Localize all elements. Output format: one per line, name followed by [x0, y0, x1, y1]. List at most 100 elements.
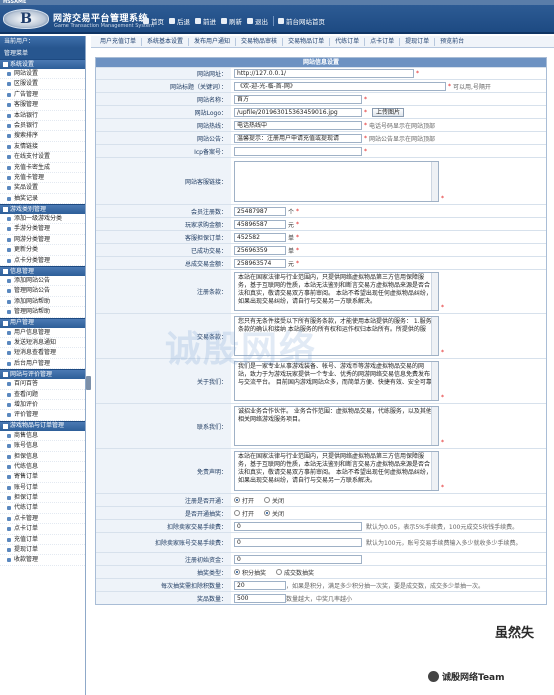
sidebar-item[interactable]: 点卡管理 — [0, 514, 85, 525]
sidebar-item[interactable]: 客服管理 — [0, 100, 85, 111]
sidebar-item[interactable]: 用户信息管理 — [0, 328, 85, 338]
sidebar-item[interactable]: 百问百答 — [0, 379, 85, 390]
sidebar-item[interactable]: 评价管理 — [0, 410, 85, 421]
tab-1[interactable]: 系统基本设置 — [142, 37, 190, 46]
stat-input[interactable]: 45896587 — [234, 219, 286, 229]
tab-2[interactable]: 发布用户通知 — [189, 37, 237, 46]
sidebar-item[interactable]: 短消息查看管理 — [0, 348, 85, 359]
icp-input[interactable] — [234, 146, 362, 156]
content-textarea[interactable]: 本站在国家法律与行业范围内，只提供网络虚拟物品第三方信用保障服务，基于互联网的性… — [234, 451, 439, 491]
stat-input[interactable]: 25696359 — [234, 245, 286, 255]
tab-0[interactable]: 用户充值订单 — [95, 37, 143, 46]
sidebar-item[interactable]: 收款管理 — [0, 555, 85, 566]
sidebar-item[interactable]: 担保订单 — [0, 493, 85, 504]
draw-setting-input[interactable]: 500 — [234, 593, 286, 603]
fee-input[interactable]: 0 — [234, 538, 362, 547]
sidebar-item[interactable]: 商售信息 — [0, 431, 85, 442]
radio-option[interactable]: 打开 — [234, 509, 254, 518]
service-link-textarea[interactable] — [234, 160, 439, 202]
fee-input[interactable]: 0 — [234, 554, 362, 564]
site-url-input[interactable]: http://127.0.0.1/ — [234, 69, 414, 78]
sidebar-item[interactable]: 网游分类管理 — [0, 235, 85, 246]
nav-site-home[interactable]: 前台网站首页 — [278, 16, 325, 26]
sidebar-item[interactable]: 充值卡密生成 — [0, 163, 85, 173]
stat-input[interactable]: 25487987 — [234, 206, 286, 216]
sidebar-item[interactable]: 点卡订单 — [0, 524, 85, 535]
textarea-scrollbar[interactable] — [431, 407, 438, 445]
tab-7[interactable]: 提现订单 — [400, 37, 436, 46]
tab-6[interactable]: 点卡订单 — [365, 37, 401, 46]
sidebar-item[interactable]: 奖品设置 — [0, 183, 85, 194]
sidebar-item[interactable]: 增加评价 — [0, 400, 85, 411]
draw-mode-points-radio[interactable]: 积分抽奖 — [234, 568, 266, 577]
stat-input[interactable]: 258963574 — [234, 258, 286, 268]
radio-option[interactable]: 关闭 — [264, 509, 284, 518]
fee-input[interactable]: 0 — [234, 521, 362, 531]
sidebar-item[interactable]: 充值卡管理 — [0, 173, 85, 184]
sidebar-item[interactable]: 充值订单 — [0, 535, 85, 546]
sidebar-item[interactable]: 在线支付设置 — [0, 152, 85, 163]
textarea-scrollbar[interactable] — [431, 452, 438, 490]
tab-3[interactable]: 交易物品审核 — [236, 37, 284, 46]
sidebar-item[interactable]: 后台用户管理 — [0, 359, 85, 370]
nav-logout[interactable]: 退出 — [247, 16, 268, 26]
sidebar-item[interactable]: 区服设置 — [0, 79, 85, 90]
sidebar-item[interactable]: 账号信息 — [0, 441, 85, 452]
sidebar-group-1[interactable]: 游戏类别管理 — [0, 204, 85, 215]
content-textarea[interactable]: 诚招业务合作伙伴。 业务合作范围：虚拟物品交易，代练服务，以及其他相关网络游戏服… — [234, 406, 439, 446]
sidebar-item[interactable]: 会员银行 — [0, 121, 85, 132]
radio-option[interactable]: 打开 — [234, 496, 254, 505]
sidebar-item[interactable]: 手游分类管理 — [0, 224, 85, 235]
sidebar-item[interactable]: 代练订单 — [0, 503, 85, 514]
sidebar-item[interactable]: 账号订单 — [0, 483, 85, 494]
radio-option[interactable]: 关闭 — [264, 496, 284, 505]
draw-setting-input[interactable]: 20 — [234, 580, 286, 590]
textarea-scrollbar[interactable] — [431, 362, 438, 400]
site-hotline-input[interactable]: 电话热线中 — [234, 120, 362, 130]
textarea-scrollbar[interactable] — [431, 161, 438, 201]
textarea-scrollbar[interactable] — [431, 317, 438, 355]
stat-input[interactable]: 452582 — [234, 232, 286, 242]
nav-forward[interactable]: 前进 — [195, 16, 216, 26]
nav-refresh[interactable]: 刷新 — [221, 16, 242, 26]
site-name-input[interactable]: 首方 — [234, 94, 362, 104]
tab-8[interactable]: 预览前台 — [435, 38, 469, 46]
sidebar-item[interactable]: 管理网站帮助 — [0, 307, 85, 318]
content-textarea[interactable]: 您只有无条件接受以下所有服务条款，才能使用本站提供的服务： 1.服务条款的确认和… — [234, 316, 439, 356]
sidebar-item[interactable]: 担保信息 — [0, 452, 85, 462]
sidebar-item[interactable]: 点卡分类管理 — [0, 256, 85, 267]
sidebar-item[interactable]: 添加网站帮助 — [0, 297, 85, 308]
sidebar-item[interactable]: 发送短消息通知 — [0, 338, 85, 349]
sidebar-item[interactable]: 友情链接 — [0, 142, 85, 153]
sidebar-item[interactable]: 抽奖记录 — [0, 194, 85, 205]
upload-image-button[interactable]: 上传图片 — [372, 107, 405, 117]
site-logo-input[interactable]: /upfile/201963015363459016.jpg — [234, 107, 362, 117]
sidebar-item[interactable]: 提现订单 — [0, 545, 85, 556]
textarea-scrollbar[interactable] — [431, 273, 438, 310]
sidebar-item[interactable]: 添加一级游戏分类 — [0, 214, 85, 225]
nav-home[interactable]: 首页 — [143, 16, 164, 26]
tab-4[interactable]: 交易物品订单 — [283, 37, 331, 46]
sidebar-item[interactable]: 查看问题 — [0, 390, 85, 400]
tab-5[interactable]: 代练订单 — [330, 37, 366, 46]
sidebar-item[interactable]: 添加网站公告 — [0, 276, 85, 287]
content-textarea[interactable]: 我们是一家专业从事游戏装备、帐号、游戏币等游戏虚拟物品交易的网站，致力于为游戏玩… — [234, 361, 439, 401]
sidebar-group-3[interactable]: 用户管理 — [0, 317, 85, 328]
sidebar-group-4[interactable]: 网站与评价管理 — [0, 369, 85, 380]
sidebar-group-2[interactable]: 信息管理 — [0, 266, 85, 277]
content-textarea[interactable]: 本站在国家法律与行业范围内，只提供网络虚拟物品第三方信用保障服务，基于互联网的性… — [234, 272, 439, 311]
nav-back[interactable]: 后退 — [169, 16, 190, 26]
sidebar-item[interactable]: 网站设置 — [0, 69, 85, 80]
draw-mode-deals-radio[interactable]: 成交数抽奖 — [276, 568, 314, 577]
sidebar-group-0[interactable]: 系统设置 — [0, 59, 85, 69]
sidebar-item[interactable]: 更新分类 — [0, 245, 85, 256]
sidebar-item[interactable]: 寄售订单 — [0, 472, 85, 483]
sidebar-item[interactable]: 本站银行 — [0, 111, 85, 121]
sidebar-item[interactable]: 代练信息 — [0, 462, 85, 473]
sidebar-group-5[interactable]: 游戏物品与订单管理 — [0, 420, 85, 431]
sidebar-item[interactable]: 管理网站公告 — [0, 286, 85, 297]
site-title-input[interactable]: 《欢-迎-光-临-首-网》 — [234, 81, 446, 91]
sidebar-item[interactable]: 广告管理 — [0, 90, 85, 101]
sidebar-item[interactable]: 搜索排序 — [0, 131, 85, 142]
site-notice-input[interactable]: 温馨提示：注册用户申请充值或提现请 — [234, 133, 362, 143]
